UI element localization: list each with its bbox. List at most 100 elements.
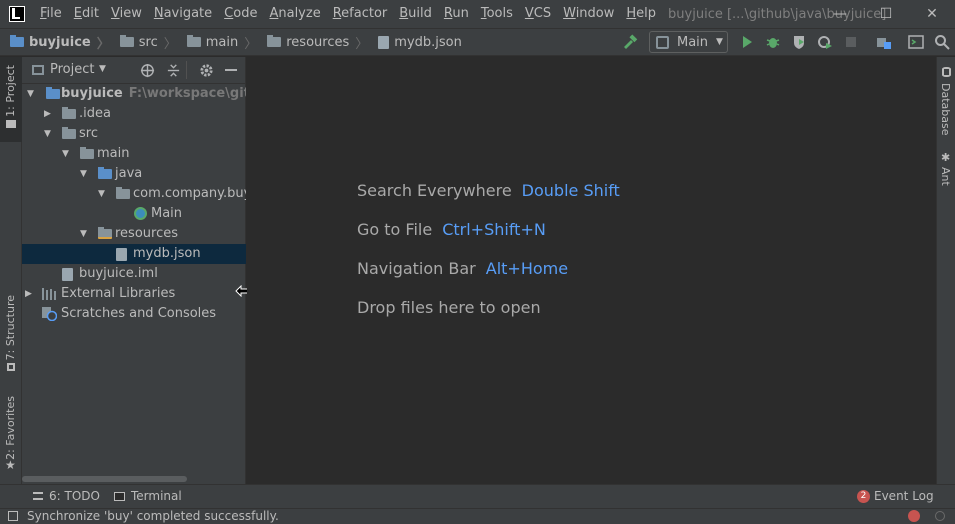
terminal-window-icon[interactable] bbox=[908, 34, 924, 50]
tab-terminal[interactable]: Terminal bbox=[114, 489, 182, 503]
collapse-all-icon[interactable] bbox=[166, 63, 181, 78]
breadcrumb-separator: 〉 bbox=[355, 36, 369, 52]
build-hammer-icon[interactable] bbox=[622, 34, 638, 50]
tab-ant[interactable]: Ant bbox=[939, 167, 952, 186]
status-message: Synchronize 'buy' completed successfully… bbox=[27, 509, 279, 523]
project-view-icon bbox=[32, 65, 44, 75]
debug-icon[interactable] bbox=[765, 34, 781, 50]
menu-code[interactable]: Code bbox=[218, 0, 263, 28]
menu-edit[interactable]: Edit bbox=[68, 0, 105, 28]
breadcrumb-src[interactable]: src 〉 bbox=[119, 33, 177, 52]
locate-target-icon[interactable] bbox=[140, 63, 155, 78]
project-structure-icon[interactable] bbox=[876, 34, 892, 50]
tree-item-resources[interactable]: ▼ resources bbox=[22, 224, 246, 244]
collapsed-arrow-icon[interactable]: ▶ bbox=[44, 104, 54, 124]
breadcrumb-label: mydb.json bbox=[394, 34, 462, 50]
json-file-icon bbox=[378, 35, 390, 49]
expanded-arrow-icon[interactable]: ▼ bbox=[62, 144, 72, 164]
star-icon: ★ bbox=[5, 458, 16, 472]
tree-item-label: java bbox=[115, 166, 143, 181]
error-indicator-icon[interactable] bbox=[908, 510, 920, 522]
tab-project-label: 1: Project bbox=[4, 65, 17, 117]
expanded-arrow-icon[interactable]: ▼ bbox=[80, 224, 90, 244]
menu-run[interactable]: Run bbox=[438, 0, 475, 28]
horizontal-scrollbar[interactable] bbox=[22, 476, 187, 482]
breadcrumb-separator: 〉 bbox=[244, 36, 258, 52]
editor-empty-state[interactable]: Search Everywhere Double Shift Go to File… bbox=[247, 57, 936, 484]
database-icon bbox=[942, 67, 951, 77]
stop-icon[interactable] bbox=[843, 34, 859, 50]
toggle-tool-windows-icon[interactable] bbox=[8, 511, 18, 521]
menu-analyze[interactable]: Analyze bbox=[263, 0, 326, 28]
status-bar: Synchronize 'buy' completed successfully… bbox=[0, 508, 955, 524]
run-config-label: Main bbox=[677, 34, 709, 50]
java-class-icon bbox=[134, 207, 147, 220]
left-tool-strip: 1: Project 7: Structure 2: Favorites ★ bbox=[0, 57, 22, 484]
tab-todo-label: 6: TODO bbox=[49, 489, 100, 503]
menu-file[interactable]: File bbox=[34, 0, 68, 28]
tab-structure-label: 7: Structure bbox=[4, 295, 17, 361]
expanded-arrow-icon[interactable]: ▼ bbox=[27, 84, 37, 104]
menu-help[interactable]: Help bbox=[620, 0, 662, 28]
hide-panel-icon[interactable] bbox=[225, 69, 237, 71]
coverage-icon[interactable] bbox=[791, 34, 807, 50]
maximize-button[interactable]: ☐ bbox=[863, 0, 909, 28]
profile-icon[interactable] bbox=[817, 34, 833, 50]
todo-list-icon bbox=[33, 492, 43, 500]
expanded-arrow-icon[interactable]: ▼ bbox=[98, 184, 108, 204]
tree-item-package[interactable]: ▼ com.company.buy bbox=[22, 184, 246, 204]
module-folder-icon bbox=[46, 87, 60, 99]
tree-item-src[interactable]: ▼ src bbox=[22, 124, 246, 144]
menu-vcs[interactable]: VCS bbox=[519, 0, 557, 28]
menu-view[interactable]: View bbox=[105, 0, 148, 28]
breadcrumb-project[interactable]: buyjuice 〉 bbox=[10, 33, 110, 52]
tree-item-idea[interactable]: ▶ .idea bbox=[22, 104, 246, 124]
tree-item-external-libraries[interactable]: ▶ External Libraries bbox=[22, 284, 246, 304]
tree-item-buyjuice[interactable]: ▼ buyjuice F:\workspace\github\j bbox=[22, 84, 246, 104]
tree-item-main[interactable]: ▼ main bbox=[22, 144, 246, 164]
memory-indicator-icon[interactable] bbox=[935, 511, 945, 521]
run-configuration-dropdown[interactable]: Main ▼ bbox=[649, 31, 728, 53]
toolbar-divider bbox=[186, 61, 187, 79]
tab-event-log[interactable]: 2 Event Log bbox=[857, 489, 934, 503]
chevron-down-icon[interactable]: ▼ bbox=[99, 64, 106, 74]
tree-item-label: resources bbox=[115, 226, 179, 241]
tab-favorites[interactable]: 2: Favorites ★ bbox=[0, 392, 22, 477]
breadcrumb-resources[interactable]: resources 〉 bbox=[267, 33, 368, 52]
resources-folder-icon bbox=[98, 227, 112, 239]
search-icon[interactable] bbox=[934, 34, 950, 50]
menu-window[interactable]: Window bbox=[557, 0, 620, 28]
source-folder-icon bbox=[98, 167, 112, 179]
close-button[interactable]: ✕ bbox=[909, 0, 955, 28]
tree-item-scratches[interactable]: Scratches and Consoles bbox=[22, 304, 246, 324]
menu-build[interactable]: Build bbox=[393, 0, 438, 28]
hint-shortcut: Double Shift bbox=[521, 181, 620, 200]
run-icon[interactable] bbox=[739, 34, 755, 50]
tab-structure[interactable]: 7: Structure bbox=[0, 289, 22, 379]
project-view-selector[interactable]: Project bbox=[50, 62, 94, 77]
breadcrumb-file[interactable]: mydb.json bbox=[378, 35, 462, 50]
menu-tools[interactable]: Tools bbox=[475, 0, 519, 28]
tree-item-java[interactable]: ▼ java bbox=[22, 164, 246, 184]
tree-item-mydb-json[interactable]: mydb.json bbox=[22, 244, 246, 264]
tab-project[interactable]: 1: Project bbox=[0, 57, 22, 142]
collapsed-arrow-icon[interactable]: ▶ bbox=[25, 284, 35, 304]
chevron-down-icon: ▼ bbox=[716, 37, 723, 47]
hint-text: Navigation Bar bbox=[357, 259, 476, 278]
minimize-button[interactable]: — bbox=[817, 0, 863, 28]
gear-icon[interactable] bbox=[199, 63, 214, 78]
terminal-icon bbox=[114, 491, 125, 501]
menu-refactor[interactable]: Refactor bbox=[327, 0, 394, 28]
breadcrumb-main[interactable]: main 〉 bbox=[186, 33, 258, 52]
tree-item-label: com.company.buy bbox=[133, 186, 246, 201]
tree-item-main-class[interactable]: Main bbox=[22, 204, 246, 224]
navigation-bar: buyjuice 〉 src 〉 main 〉 resources 〉 mydb… bbox=[0, 28, 955, 56]
menu-navigate[interactable]: Navigate bbox=[148, 0, 218, 28]
resources-folder-icon bbox=[267, 35, 282, 47]
tab-database[interactable]: Database bbox=[939, 83, 952, 136]
tree-item-iml[interactable]: buyjuice.iml bbox=[22, 264, 246, 284]
expanded-arrow-icon[interactable]: ▼ bbox=[80, 164, 90, 184]
tab-todo[interactable]: 6: TODO bbox=[33, 489, 100, 503]
json-file-icon bbox=[116, 248, 127, 261]
expanded-arrow-icon[interactable]: ▼ bbox=[44, 124, 54, 144]
